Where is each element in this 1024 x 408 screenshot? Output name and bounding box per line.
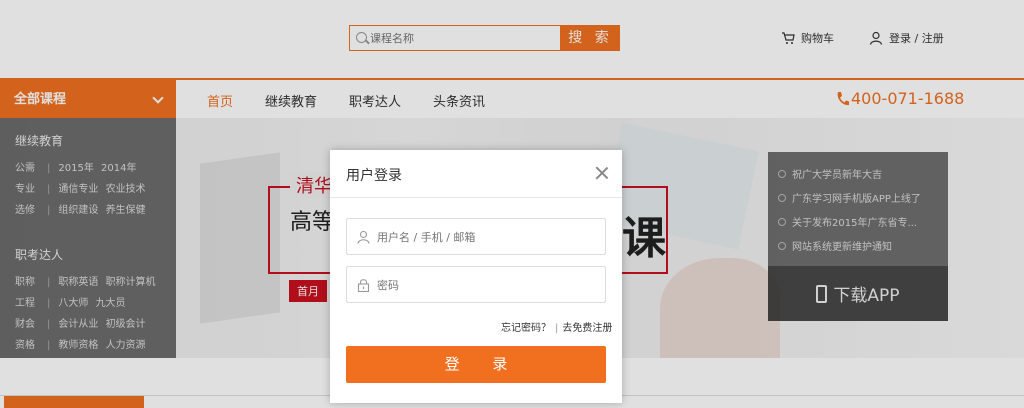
password-input[interactable] (377, 276, 597, 294)
register-link[interactable]: 去免费注册 (562, 323, 612, 334)
modal-divider (330, 197, 622, 198)
lock-icon (357, 279, 370, 292)
password-field[interactable] (346, 266, 606, 303)
username-field[interactable] (346, 218, 606, 255)
forgot-password-link[interactable]: 忘记密码？ (501, 323, 551, 334)
login-modal: 用户登录 忘记密码？|去免费注册 登 录 (330, 150, 622, 403)
username-input[interactable] (377, 228, 597, 246)
modal-title: 用户登录 (346, 168, 402, 184)
login-button[interactable]: 登 录 (346, 346, 606, 383)
user-icon (357, 230, 370, 244)
close-icon[interactable] (595, 166, 609, 180)
modal-links: 忘记密码？ | 去免费注册 (501, 323, 613, 334)
